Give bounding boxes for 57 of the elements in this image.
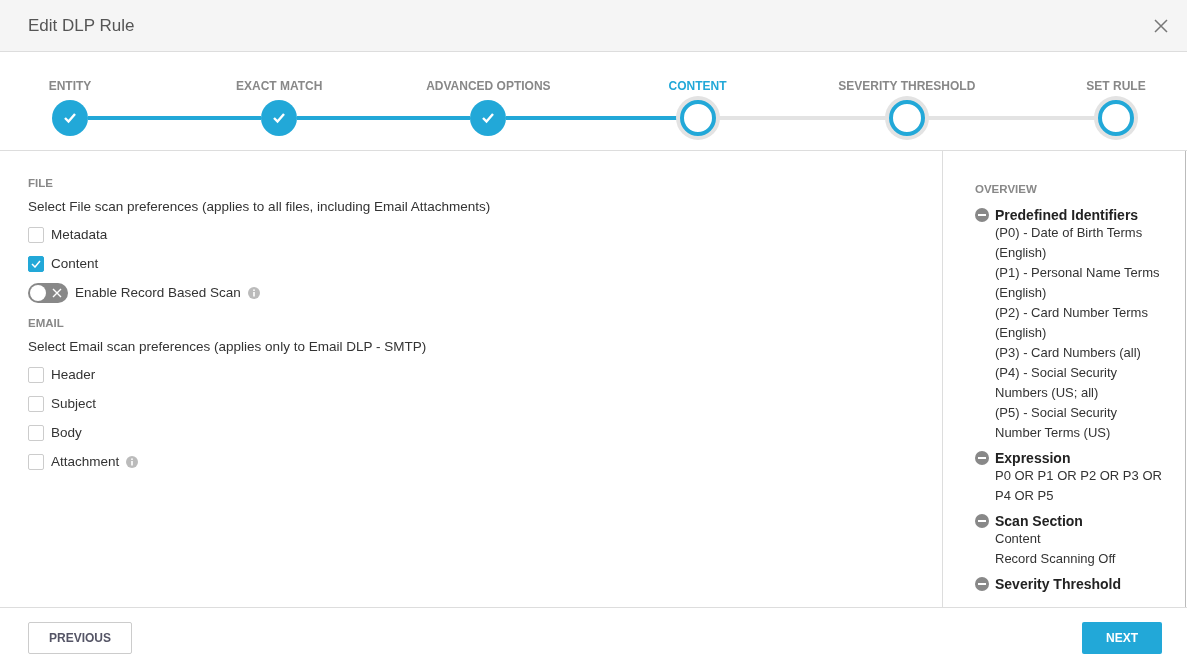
overview-item: (P0) - Date of Birth Terms (English) (994, 224, 1144, 262)
previous-button[interactable]: PREVIOUS (28, 621, 132, 654)
checkbox[interactable] (28, 424, 44, 441)
checkbox[interactable] (28, 226, 44, 243)
collapse-icon[interactable] (975, 577, 989, 591)
checkbox[interactable] (28, 366, 44, 383)
option-label: Subject (51, 396, 97, 411)
collapse-icon[interactable] (975, 208, 989, 222)
overview-item: P0 OR P1 OR P2 OR P3 OR P4 OR P5 (994, 467, 1163, 505)
step-marker[interactable] (1098, 100, 1134, 136)
overview-item: (P3) - Card Numbers (all) (994, 344, 1142, 362)
toggle-switch[interactable] (28, 282, 68, 303)
overview-item: (P2) - Card Number Terms (English) (994, 304, 1149, 342)
step-label: ADVANCED OPTIONS (426, 79, 551, 93)
collapse-icon[interactable] (975, 514, 989, 528)
info-icon[interactable] (126, 455, 139, 468)
check-icon (31, 259, 41, 268)
section-heading: FILE (28, 177, 54, 189)
step-marker[interactable] (679, 100, 716, 136)
section-description: Select File scan preferences (applies to all files, including Email Attachments) (28, 199, 492, 214)
overview-group-title: Severity Threshold (995, 576, 1122, 592)
checkbox[interactable] (28, 395, 44, 412)
step-label: EXACT MATCH (235, 79, 323, 93)
section-heading: EMAIL (28, 317, 65, 329)
option-label: Enable Record Based Scan (75, 285, 241, 300)
option-label: Attachment (51, 454, 120, 469)
step-marker[interactable] (261, 100, 298, 136)
overview-heading: OVERVIEW (975, 183, 1038, 195)
step-label: CONTENT (668, 79, 727, 93)
cross-icon (52, 287, 62, 298)
overview-item: (P1) - Personal Name Terms (English) (994, 264, 1161, 302)
info-icon[interactable] (247, 286, 260, 299)
step-label: ENTITY (48, 79, 92, 93)
option-label: Header (51, 367, 96, 382)
overview-group-title: Predefined Identifiers (995, 207, 1139, 223)
check-icon (272, 112, 287, 124)
collapse-icon[interactable] (975, 451, 989, 465)
section-description: Select Email scan preferences (applies only to Email DLP - SMTP) (28, 339, 428, 354)
step-label: SET RULE (1086, 79, 1146, 93)
check-icon (63, 112, 77, 124)
check-icon (481, 112, 496, 124)
overview-item: (P4) - Social Security Numbers (US; all) (994, 364, 1119, 402)
option-label: Body (51, 425, 82, 440)
overview-item: Content (994, 530, 1042, 548)
overview-item: (P5) - Social Security Number Terms (US) (994, 404, 1119, 442)
option-label: Content (51, 256, 99, 271)
overview-group-title: Expression (995, 450, 1071, 466)
step-marker[interactable] (470, 100, 507, 136)
checkbox[interactable] (28, 453, 44, 470)
step-marker[interactable] (888, 100, 925, 136)
checkbox[interactable] (28, 255, 44, 272)
dialog-title: Edit DLP Rule (28, 15, 135, 36)
overview-item: Record Scanning Off (994, 550, 1117, 568)
overview-group-title: Scan Section (995, 513, 1083, 529)
step-label: SEVERITY THRESHOLD (838, 79, 976, 93)
step-marker[interactable] (52, 100, 88, 136)
option-label: Metadata (51, 227, 108, 242)
